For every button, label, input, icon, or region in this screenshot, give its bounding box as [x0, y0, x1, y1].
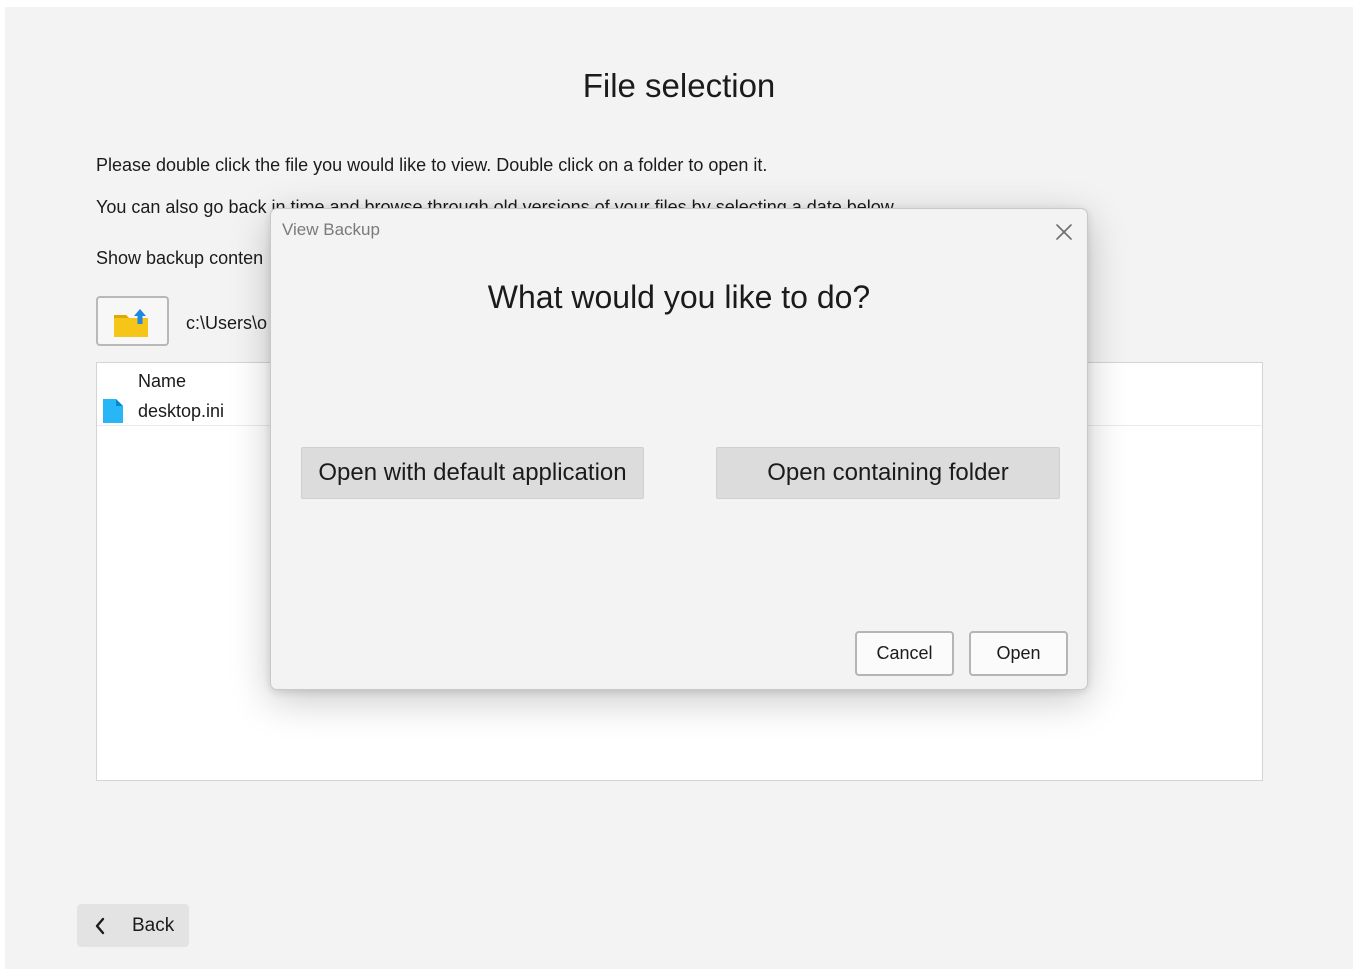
current-path: c:\Users\o — [186, 313, 268, 333]
back-button[interactable]: Back — [77, 904, 189, 947]
file-icon — [103, 399, 123, 423]
chevron-left-icon — [95, 917, 105, 935]
back-button-label: Back — [132, 915, 175, 936]
page-title: File selection — [582, 67, 776, 104]
dialog-title: View Backup — [282, 220, 380, 239]
open-with-default-app-button[interactable]: Open with default application — [301, 447, 644, 499]
folder-up-icon — [114, 309, 148, 337]
folder-up-button[interactable] — [96, 296, 169, 346]
instruction-text: Please double click the file you would l… — [96, 155, 768, 175]
file-name: desktop.ini — [138, 401, 225, 421]
cancel-button[interactable]: Cancel — [855, 631, 954, 676]
open-button[interactable]: Open — [969, 631, 1068, 676]
open-containing-folder-button[interactable]: Open containing folder — [716, 447, 1060, 499]
view-backup-dialog: View Backup What would you like to do? O… — [270, 208, 1088, 690]
show-backup-label: Show backup conten — [96, 248, 264, 268]
dialog-question: What would you like to do? — [487, 279, 871, 315]
close-button[interactable] — [1052, 220, 1076, 244]
column-header-name[interactable]: Name — [138, 371, 186, 392]
close-icon — [1056, 224, 1072, 240]
